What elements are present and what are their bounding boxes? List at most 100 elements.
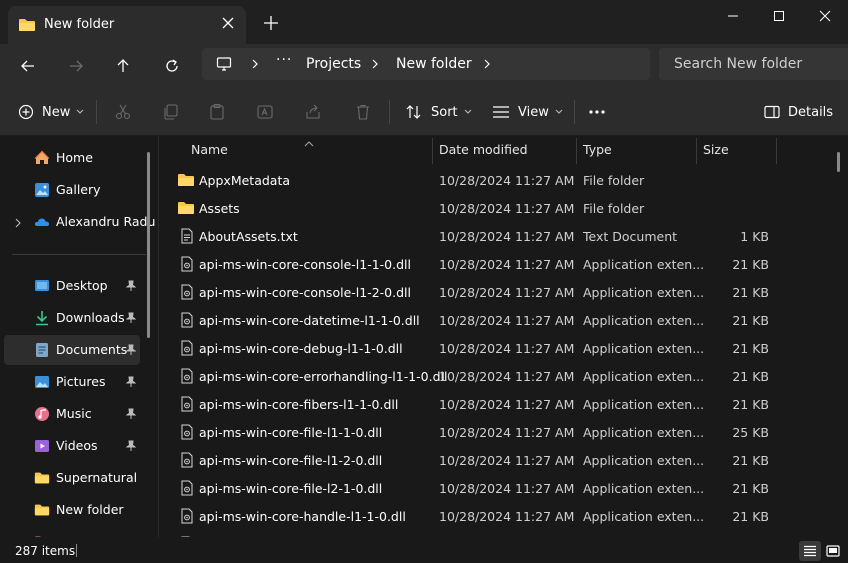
file-row[interactable]: AboutAssets.txt 10/28/2024 11:27 AM Text D…	[159, 222, 839, 250]
sidebar-item-label: Home	[56, 150, 93, 165]
address-bar[interactable]: ··· Projects New folder	[202, 48, 650, 80]
file-list-scrollbar[interactable]	[837, 152, 840, 172]
dll-file-icon	[180, 312, 194, 331]
pin-icon[interactable]	[125, 312, 137, 327]
pin-icon[interactable]	[125, 408, 137, 423]
sidebar-item-videos[interactable]: Videos	[4, 431, 140, 461]
pin-icon[interactable]	[125, 440, 137, 455]
tiles-view-button[interactable]	[822, 541, 844, 561]
file-row[interactable]: api-ms-win-core-console-l1-2-0.dll 10/28/…	[159, 278, 839, 306]
maximize-button[interactable]	[756, 0, 802, 32]
sidebar-item-home[interactable]: Home	[4, 143, 140, 173]
refresh-icon	[166, 59, 178, 72]
arrow-up-icon	[117, 59, 129, 72]
file-row[interactable]: api-ms-win-core-fibers-l1-1-0.dll 10/28/2…	[159, 390, 839, 418]
file-row-partial[interactable]	[159, 530, 839, 537]
sidebar-scrollbar[interactable]	[147, 152, 150, 338]
paste-button[interactable]	[208, 101, 226, 123]
ellipsis-icon	[589, 110, 605, 114]
file-row[interactable]: api-ms-win-core-datetime-l1-1-0.dll 10/28…	[159, 306, 839, 334]
sidebar-item-gallery[interactable]: Gallery	[4, 175, 140, 205]
column-divider[interactable]	[776, 138, 777, 164]
dll-file-icon	[180, 480, 194, 499]
sidebar-item-pictures[interactable]: Pictures	[4, 367, 140, 397]
file-list: Name Date modified Type Size AppxMetadat…	[159, 136, 848, 537]
details-pane-icon	[764, 105, 780, 119]
column-divider[interactable]	[576, 138, 577, 164]
sidebar-item-supernatural[interactable]: Supernatural	[4, 463, 140, 493]
file-row[interactable]: api-ms-win-core-handle-l1-1-0.dll 10/28/2…	[159, 502, 839, 530]
tab-new-folder[interactable]: New folder	[8, 6, 246, 44]
new-button[interactable]: New	[18, 101, 84, 123]
details-label: Details	[788, 104, 834, 120]
up-button[interactable]	[110, 53, 136, 79]
file-row[interactable]: api-ms-win-core-console-l1-1-0.dll 10/28/…	[159, 250, 839, 278]
new-tab-icon[interactable]	[262, 14, 280, 32]
tab-title: New folder	[44, 17, 115, 32]
file-row[interactable]: api-ms-win-core-file-l2-1-0.dll 10/28/202…	[159, 474, 839, 502]
minimize-button[interactable]	[710, 0, 756, 32]
command-bar: New Sort View Details	[0, 88, 848, 136]
column-divider[interactable]	[432, 138, 433, 164]
breadcrumb-projects[interactable]: Projects	[306, 56, 361, 72]
delete-button[interactable]	[354, 101, 372, 123]
dll-file-icon	[180, 256, 194, 275]
file-row[interactable]: Assets 10/28/2024 11:27 AM File folder	[159, 194, 839, 222]
column-header-size[interactable]: Size	[703, 142, 729, 164]
rename-button[interactable]	[256, 101, 274, 123]
file-size: 21 KB	[732, 257, 769, 272]
sidebar-item-desktop[interactable]: Desktop	[4, 271, 140, 301]
more-options-button[interactable]	[588, 101, 606, 123]
search-input[interactable]: Search New folder	[659, 48, 848, 80]
file-date-modified: 10/28/2024 11:27 AM	[439, 285, 575, 300]
more-locations-icon[interactable]: ···	[276, 52, 292, 68]
file-row[interactable]: AppxMetadata 10/28/2024 11:27 AM File fold…	[159, 166, 839, 194]
sidebar-item-onedrive[interactable]: Alexandru Radu	[4, 207, 155, 237]
column-header-type[interactable]: Type	[583, 142, 612, 164]
sidebar-item-music[interactable]: Music	[4, 399, 140, 429]
breadcrumb-new-folder[interactable]: New folder	[396, 56, 472, 72]
file-date-modified: 10/28/2024 11:27 AM	[439, 229, 575, 244]
file-type: Application exten...	[583, 285, 705, 300]
close-tab-icon[interactable]	[220, 15, 236, 31]
file-date-modified: 10/28/2024 11:27 AM	[439, 257, 575, 272]
details-pane-button[interactable]: Details	[764, 101, 833, 123]
refresh-button[interactable]	[159, 53, 185, 79]
status-bar: 287 items	[0, 537, 848, 563]
file-name: api-ms-win-core-fibers-l1-1-0.dll	[199, 397, 399, 412]
back-button[interactable]	[15, 53, 41, 79]
chevron-right-icon[interactable]	[482, 58, 492, 70]
chevron-right-icon[interactable]	[14, 217, 22, 231]
file-row[interactable]: api-ms-win-core-file-l1-1-0.dll 10/28/202…	[159, 418, 839, 446]
sidebar-item-downloads[interactable]: Downloads	[4, 303, 140, 333]
pin-icon[interactable]	[125, 376, 137, 391]
column-header-name[interactable]: Name	[191, 142, 228, 164]
details-view-button[interactable]	[799, 541, 821, 561]
cut-button[interactable]	[114, 101, 132, 123]
this-pc-icon[interactable]	[216, 56, 232, 75]
copy-button[interactable]	[162, 101, 180, 123]
file-row[interactable]: api-ms-win-core-debug-l1-1-0.dll 10/28/20…	[159, 334, 839, 362]
file-date-modified: 10/28/2024 11:27 AM	[439, 397, 575, 412]
chevron-right-icon[interactable]	[370, 58, 380, 70]
file-row[interactable]: api-ms-win-core-file-l1-2-0.dll 10/28/202…	[159, 446, 839, 474]
view-list-icon	[493, 106, 509, 118]
sort-button[interactable]: Sort	[405, 101, 472, 123]
scissors-icon	[115, 104, 131, 120]
title-bar: New folder	[0, 0, 848, 44]
column-divider[interactable]	[696, 138, 697, 164]
chevron-down-icon	[76, 109, 84, 114]
sidebar-item-documents[interactable]: Documents	[4, 335, 140, 365]
sidebar-item-new-folder[interactable]: New folder	[4, 495, 140, 525]
chevron-right-icon[interactable]	[250, 58, 260, 70]
close-window-button[interactable]	[802, 0, 848, 32]
onedrive-icon	[34, 214, 50, 230]
pin-icon[interactable]	[125, 280, 137, 295]
column-header-date[interactable]: Date modified	[439, 142, 528, 164]
pin-icon[interactable]	[125, 344, 137, 359]
file-row[interactable]: api-ms-win-core-errorhandling-l1-1-0.dll…	[159, 362, 839, 390]
view-button[interactable]: View	[492, 101, 563, 123]
forward-button[interactable]	[63, 53, 89, 79]
share-button[interactable]	[304, 101, 322, 123]
file-date-modified: 10/28/2024 11:27 AM	[439, 509, 575, 524]
